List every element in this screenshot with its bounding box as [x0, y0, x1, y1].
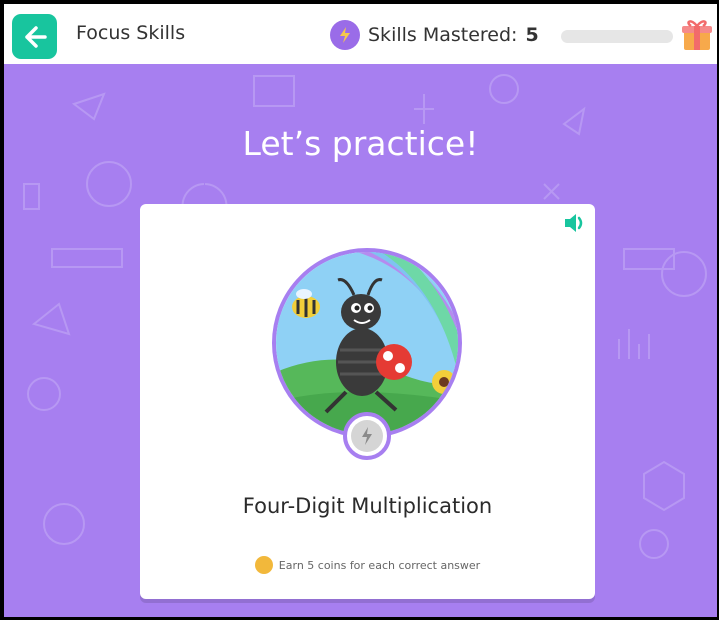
gift-icon[interactable] [681, 18, 713, 52]
lightning-bolt-icon [351, 420, 383, 452]
app-frame: Focus Skills Skills Mastered: 5 Let’s pr… [4, 4, 717, 617]
arrow-left-icon [24, 25, 47, 48]
top-bar: Focus Skills Skills Mastered: 5 [4, 4, 717, 64]
coins-note-text: Earn 5 coins for each correct answer [278, 558, 481, 572]
skills-mastered-count: 5 [525, 24, 539, 46]
skill-illustration [272, 248, 462, 438]
skill-card[interactable]: Four-Digit Multiplication Earn 5 coins f… [140, 204, 595, 599]
skills-mastered-label: Skills Mastered: [368, 24, 518, 46]
page-headline: Let’s practice! [242, 124, 479, 163]
skill-badge [343, 412, 391, 460]
coin-icon [254, 556, 273, 574]
skill-name: Four-Digit Multiplication [242, 494, 493, 518]
mastery-progress-bar [561, 30, 673, 43]
coins-note: Earn 5 coins for each correct answer [140, 556, 595, 574]
skills-mastered: Skills Mastered: 5 [330, 20, 539, 50]
speaker-icon[interactable] [563, 212, 587, 234]
page-title: Focus Skills [76, 22, 186, 44]
back-button[interactable] [12, 14, 57, 59]
lightning-bolt-icon [330, 20, 360, 50]
